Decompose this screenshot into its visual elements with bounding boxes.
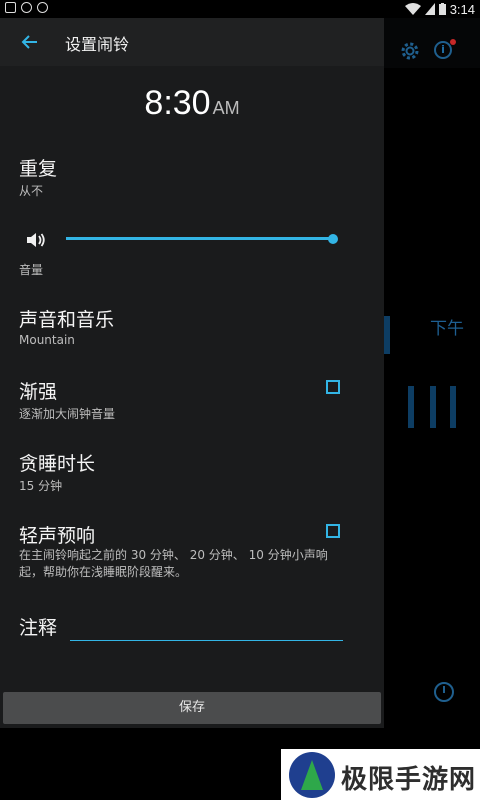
repeat-value: 从不 xyxy=(19,184,44,198)
speaker-icon xyxy=(27,233,45,247)
crescendo-title[interactable]: 渐强 xyxy=(19,377,57,404)
pre-alarm-checkbox[interactable] xyxy=(326,524,340,538)
background-clock-app: i 下午 xyxy=(384,18,480,728)
gallery-notification-icon xyxy=(5,2,16,13)
clock-digit-segment xyxy=(430,386,436,428)
clock-digit-segment xyxy=(384,316,390,354)
volume-slider-track[interactable] xyxy=(66,237,334,240)
watermark: 极限手游网 xyxy=(281,749,480,800)
sound-title[interactable]: 声音和音乐 xyxy=(19,305,114,332)
notification-dot xyxy=(450,39,456,45)
dialog-title: 设置闹铃 xyxy=(65,35,130,54)
background-action-bar: i xyxy=(384,18,480,68)
watermark-text: 极限手游网 xyxy=(341,765,477,795)
timer-icon[interactable] xyxy=(434,682,454,702)
pre-alarm-description: 在主闹铃响起之前的 30 分钟、 20 分钟、 10 分钟小声响起，帮助你在浅睡… xyxy=(19,548,328,579)
sound-value: Mountain xyxy=(19,333,75,347)
clock-ampm: 下午 xyxy=(430,319,464,339)
pre-alarm-title[interactable]: 轻声预响 xyxy=(19,521,95,548)
volume-slider-thumb[interactable] xyxy=(328,234,338,244)
notification-icons xyxy=(5,2,48,13)
wifi-icon xyxy=(404,3,421,15)
volume-label: 音量 xyxy=(19,263,44,277)
repeat-title[interactable]: 重复 xyxy=(19,154,57,181)
battery-icon xyxy=(438,3,446,15)
alarm-time-display[interactable]: 8:30 AM xyxy=(0,84,384,123)
snooze-title[interactable]: 贪睡时长 xyxy=(19,449,95,476)
sync-notification-icon xyxy=(21,2,32,13)
gear-icon[interactable] xyxy=(400,41,420,61)
watermark-logo-mark xyxy=(301,760,323,790)
shield-notification-icon xyxy=(37,2,48,13)
crescendo-checkbox[interactable] xyxy=(326,380,340,394)
back-arrow-icon[interactable] xyxy=(18,30,42,54)
signal-icon xyxy=(424,3,435,15)
save-button[interactable]: 保存 xyxy=(3,692,381,724)
alarm-ampm[interactable]: AM xyxy=(213,98,240,118)
info-icon[interactable]: i xyxy=(434,41,452,59)
snooze-value: 15 分钟 xyxy=(19,479,63,493)
clock-digit-segment xyxy=(450,386,456,428)
crescendo-description: 逐渐加大闹钟音量 xyxy=(19,407,116,421)
watermark-logo-icon xyxy=(289,752,335,798)
alarm-time[interactable]: 8:30 xyxy=(144,84,210,122)
set-alarm-dialog: 设置闹铃 8:30 AM 重复 从不 音量 声音和音乐 Mountain 渐强 逐… xyxy=(0,18,384,728)
note-label: 注释 xyxy=(19,617,58,639)
status-time: 3:14 xyxy=(449,1,475,17)
dialog-header: 设置闹铃 xyxy=(0,18,384,66)
clock-digit-segment xyxy=(408,386,414,428)
status-bar: 3:14 xyxy=(0,0,480,18)
note-input[interactable] xyxy=(70,618,343,641)
